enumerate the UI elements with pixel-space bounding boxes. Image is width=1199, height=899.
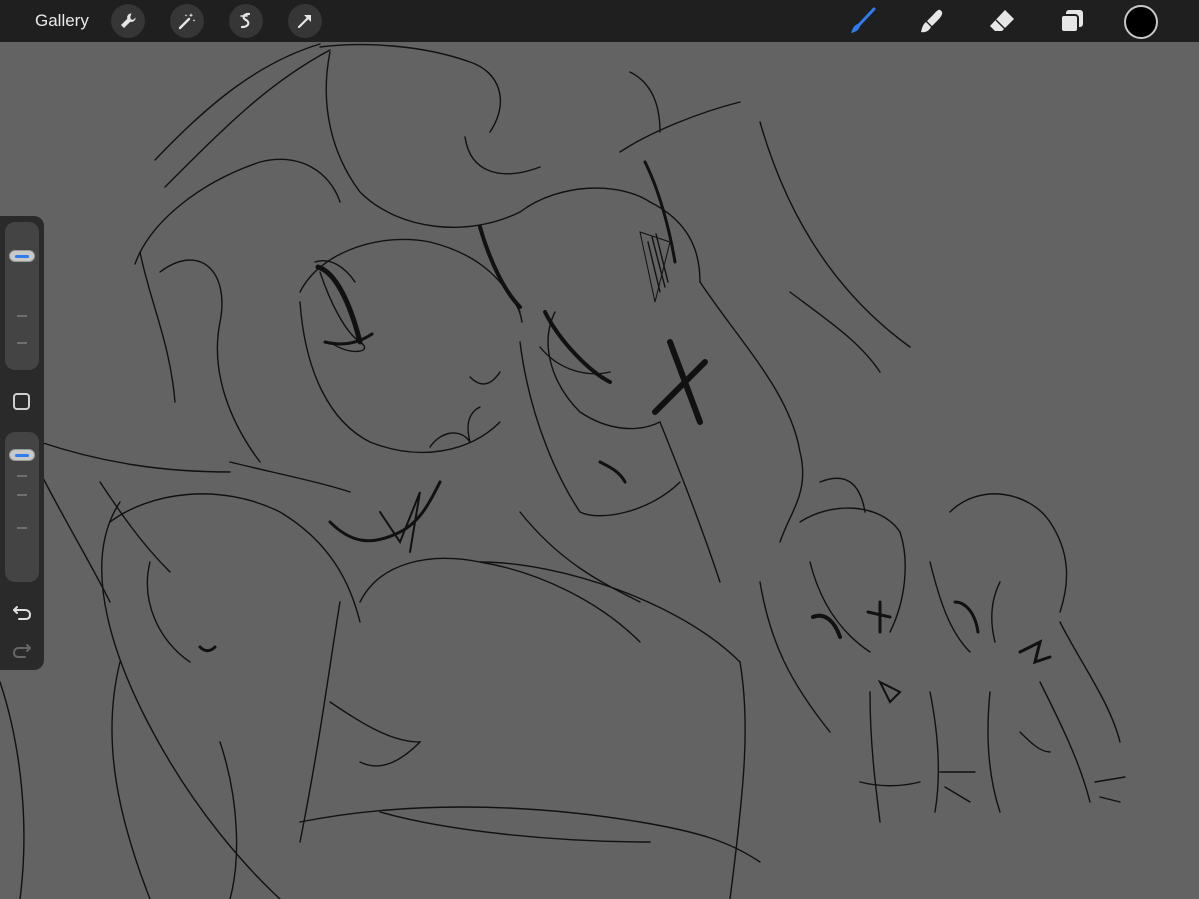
undo-icon[interactable] — [11, 601, 33, 623]
smudge-tool-button[interactable] — [916, 5, 948, 37]
magic-wand-icon — [178, 13, 196, 30]
slider-tick — [17, 315, 27, 317]
transform-arrow-icon — [297, 15, 311, 29]
slider-tick — [17, 475, 27, 477]
wrench-icon — [121, 13, 136, 28]
redo-icon[interactable] — [11, 639, 33, 661]
drawing-canvas[interactable] — [0, 42, 1199, 899]
eraser-tool-button[interactable] — [986, 5, 1018, 37]
layers-button[interactable] — [1056, 5, 1088, 37]
side-toolbar — [0, 216, 44, 670]
actions-button[interactable] — [111, 4, 145, 38]
modifier-square-icon[interactable] — [13, 393, 30, 410]
selection-icon — [240, 12, 251, 29]
paint-tool-button[interactable] — [847, 5, 879, 37]
sketch-artwork — [0, 43, 1126, 899]
adjustments-button[interactable] — [170, 4, 204, 38]
gallery-button[interactable]: Gallery — [35, 10, 89, 32]
brush-size-thumb[interactable] — [9, 250, 35, 263]
top-toolbar: Gallery — [0, 0, 1199, 42]
brush-size-slider[interactable] — [5, 222, 39, 370]
slider-tick — [17, 342, 27, 344]
layers-icon — [1060, 10, 1083, 33]
opacity-thumb[interactable] — [9, 448, 35, 461]
transform-button[interactable] — [288, 4, 322, 38]
color-picker-button[interactable] — [1124, 5, 1158, 39]
brush-icon — [851, 7, 876, 33]
eraser-icon — [990, 10, 1014, 31]
selection-button[interactable] — [229, 4, 263, 38]
smudge-icon — [921, 9, 943, 33]
slider-tick — [17, 494, 27, 496]
opacity-slider[interactable] — [5, 432, 39, 582]
slider-tick — [17, 527, 27, 529]
